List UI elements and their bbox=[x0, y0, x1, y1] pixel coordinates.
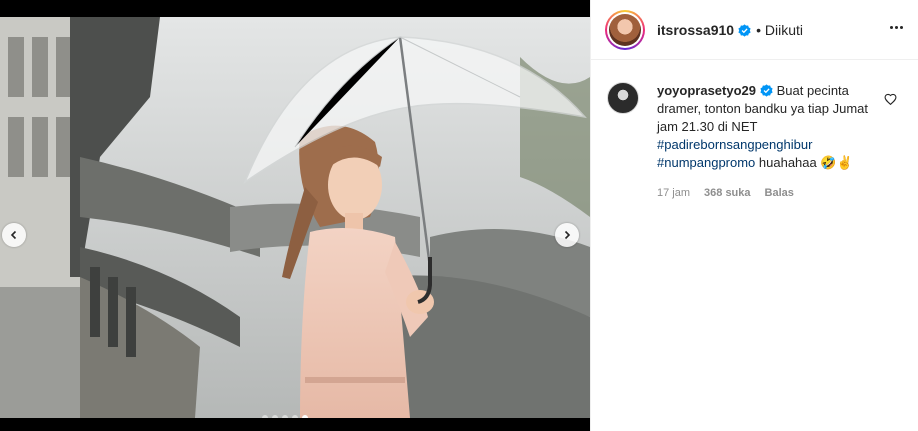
post-photo[interactable] bbox=[0, 17, 590, 418]
heart-icon[interactable] bbox=[884, 93, 897, 106]
comment-text-tail: huahahaa 🤣✌ bbox=[755, 155, 853, 170]
comment-time[interactable]: 17 jam bbox=[657, 184, 690, 202]
commenter-username[interactable]: yoyoprasetyo29 bbox=[657, 83, 756, 98]
commenter-avatar[interactable] bbox=[607, 82, 639, 114]
media-bottom-bar bbox=[0, 418, 590, 431]
comment-likes[interactable]: 368 suka bbox=[704, 184, 750, 202]
verified-badge-icon bbox=[760, 84, 773, 97]
chevron-right-icon bbox=[564, 230, 571, 240]
author-avatar-image bbox=[609, 13, 641, 46]
author-avatar[interactable] bbox=[605, 9, 645, 50]
follow-status[interactable]: • Diikuti bbox=[756, 22, 803, 38]
comment-item: yoyoprasetyo29 Buat pecinta dramer, tont… bbox=[607, 82, 907, 202]
author-avatar-border bbox=[607, 11, 643, 48]
author-username[interactable]: itsrossa910 bbox=[657, 22, 751, 38]
header-separator: • bbox=[756, 21, 761, 38]
author-username-text[interactable]: itsrossa910 bbox=[657, 22, 734, 38]
media-top-bar bbox=[0, 0, 590, 17]
comment-body: yoyoprasetyo29 Buat pecinta dramer, tont… bbox=[657, 82, 873, 202]
hashtag-link[interactable]: #padirebornsangpenghibur bbox=[657, 137, 812, 152]
hashtag-link[interactable]: #numpangpromo bbox=[657, 155, 755, 170]
post-details-panel: itsrossa910 • Diikuti yoyoprasetyo29 Bua… bbox=[590, 0, 918, 431]
reply-button[interactable]: Balas bbox=[765, 184, 794, 202]
more-options-icon[interactable] bbox=[887, 18, 905, 36]
post-header: itsrossa910 • Diikuti bbox=[591, 0, 918, 60]
photo-woman-with-umbrella bbox=[0, 17, 590, 418]
next-image-button[interactable] bbox=[555, 223, 579, 247]
follow-status-text[interactable]: Diikuti bbox=[765, 22, 803, 38]
previous-image-button[interactable] bbox=[2, 223, 26, 247]
chevron-left-icon bbox=[10, 230, 17, 240]
verified-badge-icon bbox=[738, 23, 751, 37]
comment-meta: 17 jam 368 suka Balas bbox=[657, 184, 873, 202]
